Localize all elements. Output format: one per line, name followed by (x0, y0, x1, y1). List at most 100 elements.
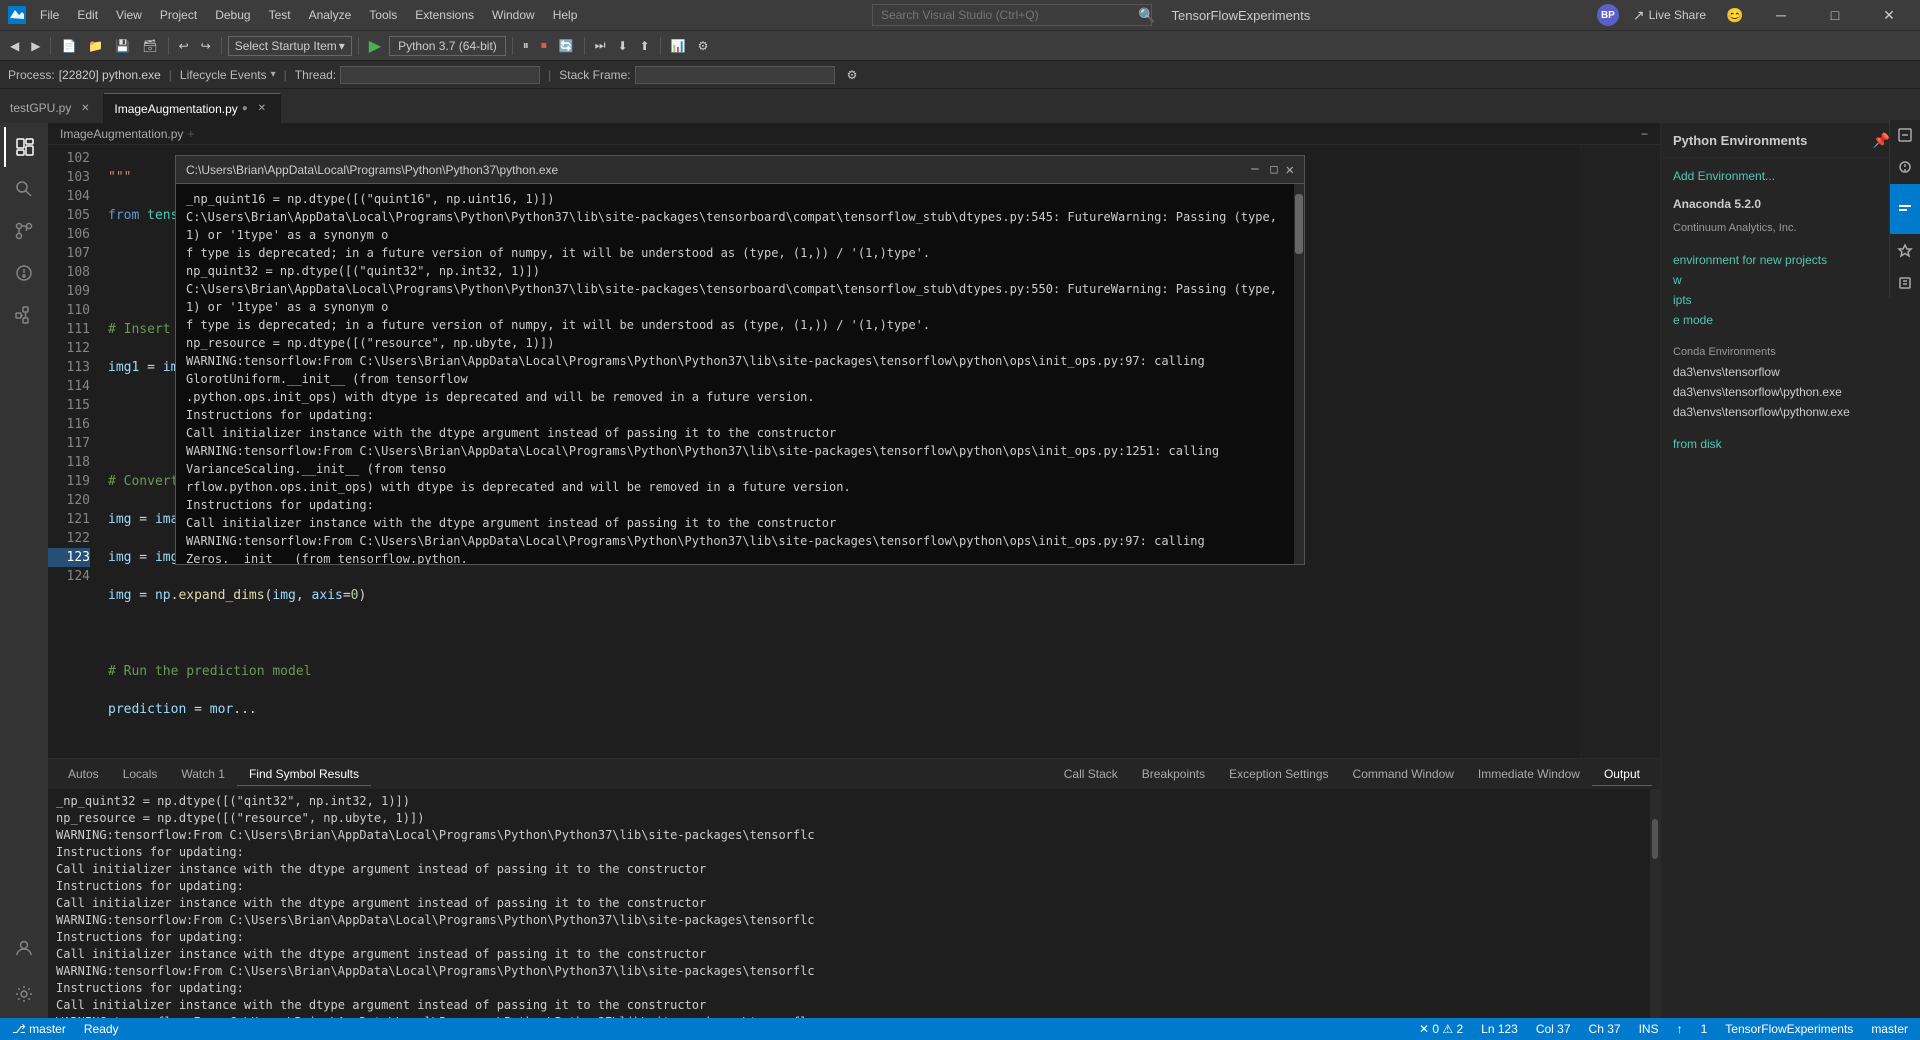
popup-line-11: Call initializer instance with the dtype… (186, 424, 1294, 442)
popup-scrollbar-thumb[interactable] (1295, 194, 1303, 254)
forward-btn[interactable]: ▶ (27, 37, 44, 55)
step-into-btn[interactable]: ⬇ (614, 37, 632, 55)
debug-play-btn[interactable]: ▶ (365, 34, 385, 58)
menu-help[interactable]: Help (545, 6, 586, 24)
undo-btn[interactable]: ↩ (175, 37, 193, 55)
tab-output[interactable]: Output (1592, 763, 1652, 786)
statusbar-col[interactable]: Col 37 (1532, 1022, 1575, 1036)
conda-env-1[interactable]: da3\envs\tensorflow (1673, 362, 1908, 382)
env-link-3[interactable]: ipts (1673, 290, 1908, 310)
activity-search[interactable] (4, 169, 44, 209)
statusbar-line[interactable]: Ln 123 (1477, 1022, 1522, 1036)
menu-view[interactable]: View (108, 6, 150, 24)
activity-settings[interactable] (4, 974, 44, 1014)
env-name: Anaconda 5.2.0 (1673, 194, 1908, 214)
popup-maximize[interactable]: □ (1266, 162, 1281, 178)
statusbar-ch[interactable]: Ch 37 (1585, 1022, 1625, 1036)
tab-autos[interactable]: Autos (56, 763, 111, 785)
save-all-btn[interactable]: 🗃 (138, 37, 161, 55)
menu-file[interactable]: File (32, 6, 67, 24)
code-line-114 (108, 624, 1580, 643)
debug-bar: Process: [22820] python.exe | Lifecycle … (0, 60, 1920, 88)
side-icon-active[interactable] (1890, 184, 1920, 234)
statusbar-branch[interactable]: ⎇ master (8, 1022, 70, 1036)
tab-watch1[interactable]: Watch 1 (169, 763, 237, 785)
debug-restart-btn[interactable]: 🔄 (555, 37, 578, 55)
performance-btn[interactable]: 📊 (667, 37, 690, 55)
menu-project[interactable]: Project (152, 6, 205, 24)
debug-stop-btn[interactable]: ⏹ (537, 36, 551, 55)
tab-command[interactable]: Command Window (1341, 763, 1466, 785)
activity-git[interactable] (4, 211, 44, 251)
menu-edit[interactable]: Edit (69, 6, 106, 24)
env-link-2[interactable]: w (1673, 270, 1908, 290)
open-folder-btn[interactable]: 📁 (84, 37, 107, 55)
popup-scrollbar[interactable] (1294, 184, 1304, 564)
debug-pause-btn[interactable]: ⏸ (519, 36, 533, 55)
tab-testgpu[interactable]: testGPU.py ✕ (0, 93, 104, 123)
activity-explorer[interactable] (4, 127, 44, 167)
line-num-114: 114 (48, 377, 90, 396)
activity-debug[interactable] (4, 253, 44, 293)
statusbar-ready[interactable]: Ready (80, 1022, 123, 1036)
side-icon-4[interactable] (1890, 268, 1920, 298)
redo-btn[interactable]: ↪ (197, 37, 215, 55)
menu-tools[interactable]: Tools (361, 6, 405, 24)
startup-item-arrow: ▾ (339, 39, 345, 53)
activity-extensions[interactable] (4, 295, 44, 335)
popup-close-button[interactable]: ✕ (1286, 162, 1294, 178)
step-over-btn[interactable]: ⏭ (591, 36, 610, 55)
tab-imageaug[interactable]: ImageAugmentation.py ● ✕ (104, 93, 280, 123)
side-icon-2[interactable] (1890, 158, 1920, 182)
menu-analyze[interactable]: Analyze (301, 6, 360, 24)
tab-exception[interactable]: Exception Settings (1217, 763, 1340, 785)
terminal-scrollbar[interactable] (1650, 789, 1660, 1018)
statusbar-up[interactable]: ↑ (1673, 1022, 1687, 1036)
close-button[interactable]: ✕ (1866, 0, 1912, 30)
add-environment-btn[interactable]: Add Environment... (1673, 166, 1908, 186)
conda-env-2[interactable]: da3\envs\tensorflow\python.exe (1673, 382, 1908, 402)
tab-imageaug-close[interactable]: ✕ (254, 101, 270, 117)
step-out-btn[interactable]: ⬆ (636, 37, 654, 55)
thread-input[interactable] (340, 66, 540, 84)
tab-locals[interactable]: Locals (111, 763, 170, 785)
feedback-button[interactable]: 😊 (1720, 0, 1750, 30)
settings-btn[interactable]: ⚙ (694, 37, 713, 55)
statusbar-commits[interactable]: 1 (1697, 1022, 1712, 1036)
maximize-button[interactable]: □ (1812, 0, 1858, 30)
menu-extensions[interactable]: Extensions (407, 6, 482, 24)
minimize-button[interactable]: ─ (1758, 0, 1804, 30)
minimap-toggle[interactable]: − (1641, 127, 1648, 141)
statusbar-master[interactable]: master (1867, 1022, 1912, 1036)
from-disk-link[interactable]: from disk (1673, 434, 1908, 454)
tab-immediate[interactable]: Immediate Window (1466, 763, 1592, 785)
conda-env-3[interactable]: da3\envs\tensorflow\pythonw.exe (1673, 402, 1908, 422)
side-icon-3[interactable] (1890, 236, 1920, 266)
statusbar-insert[interactable]: INS (1635, 1022, 1663, 1036)
save-btn[interactable]: 💾 (111, 37, 134, 55)
back-btn[interactable]: ◀ (6, 37, 23, 55)
scrollbar-thumb[interactable] (1652, 819, 1658, 859)
rp-pin-icon[interactable]: 📌 (1873, 132, 1890, 149)
line-num-103: 103 (48, 168, 90, 187)
statusbar-errors[interactable]: ✕ 0 ⚠ 2 (1415, 1022, 1467, 1036)
tab-callstack[interactable]: Call Stack (1052, 763, 1130, 785)
python-env-button[interactable]: Python 3.7 (64-bit) (389, 36, 506, 56)
popup-minimize[interactable]: ─ (1247, 162, 1262, 178)
statusbar-project-name[interactable]: TensorFlowExperiments (1721, 1022, 1857, 1036)
stack-frame-input[interactable] (635, 66, 835, 84)
env-link-4[interactable]: e mode (1673, 310, 1908, 330)
tab-testgpu-close[interactable]: ✕ (77, 100, 93, 116)
menu-test[interactable]: Test (261, 6, 299, 24)
debug-settings-btn[interactable]: ⚙ (843, 66, 862, 84)
new-file-btn[interactable]: 📄 (57, 37, 80, 55)
tab-breakpoints[interactable]: Breakpoints (1130, 763, 1217, 785)
activity-accounts[interactable] (4, 928, 44, 968)
menu-debug[interactable]: Debug (207, 6, 258, 24)
env-link-1[interactable]: environment for new projects (1673, 250, 1908, 270)
tab-find-symbol[interactable]: Find Symbol Results (237, 763, 371, 786)
menu-window[interactable]: Window (484, 6, 543, 24)
live-share-button[interactable]: ↗ Live Share (1627, 5, 1712, 26)
search-input[interactable] (872, 4, 1152, 26)
startup-item-button[interactable]: Select Startup Item ▾ (228, 36, 352, 56)
